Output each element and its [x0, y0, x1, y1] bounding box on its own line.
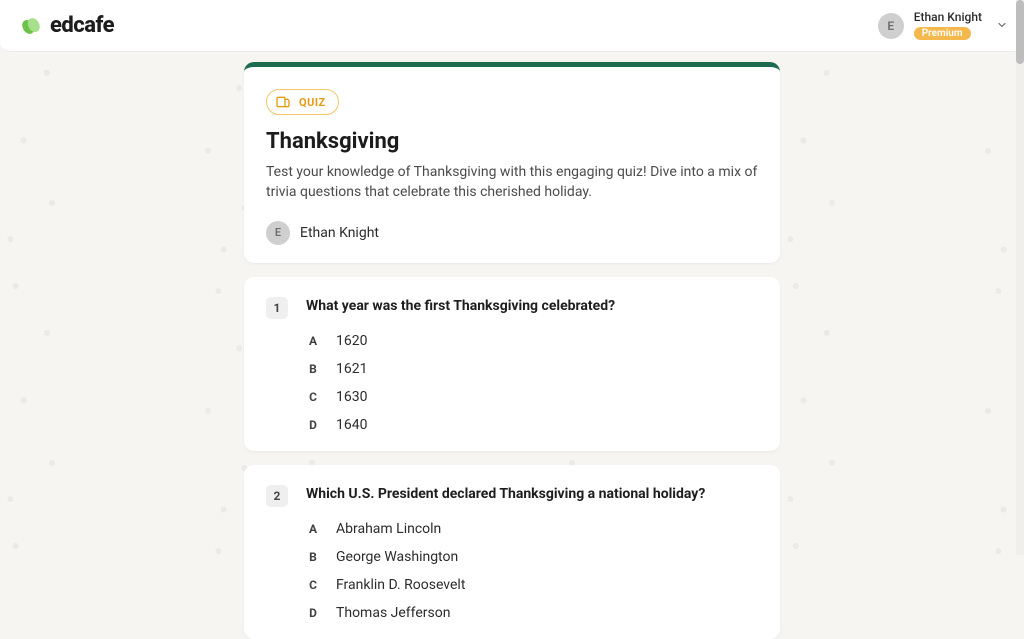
- author-avatar: E: [266, 221, 290, 245]
- scrollbar[interactable]: [1016, 0, 1024, 555]
- app-header: edcafe E Ethan Knight Premium: [0, 0, 1024, 52]
- chevron-down-icon: [996, 16, 1008, 35]
- author-name: Ethan Knight: [300, 225, 379, 241]
- question-card: 1 What year was the first Thanksgiving c…: [244, 277, 780, 451]
- scrollbar-thumb[interactable]: [1016, 0, 1024, 64]
- page-content: QUIZ Thanksgiving Test your knowledge of…: [244, 62, 780, 639]
- option-letter: D: [306, 418, 320, 432]
- quiz-hero-card: QUIZ Thanksgiving Test your knowledge of…: [244, 62, 780, 263]
- option[interactable]: B 1621: [306, 361, 758, 377]
- quiz-icon: [275, 94, 291, 110]
- brand[interactable]: edcafe: [20, 13, 114, 38]
- question-card: 2 Which U.S. President declared Thanksgi…: [244, 465, 780, 639]
- option-letter: A: [306, 522, 320, 536]
- user-meta: Ethan Knight Premium: [914, 11, 982, 39]
- question-text: Which U.S. President declared Thanksgivi…: [306, 485, 705, 505]
- option-letter: A: [306, 334, 320, 348]
- option[interactable]: C Franklin D. Roosevelt: [306, 577, 758, 593]
- quiz-description: Test your knowledge of Thanksgiving with…: [266, 162, 758, 203]
- question-number: 1: [266, 297, 288, 319]
- user-menu[interactable]: E Ethan Knight Premium: [878, 11, 1008, 39]
- brand-name: edcafe: [50, 13, 114, 38]
- user-name: Ethan Knight: [914, 11, 982, 24]
- option-text: Thomas Jefferson: [336, 605, 450, 621]
- quiz-author: E Ethan Knight: [266, 221, 758, 245]
- option[interactable]: C 1630: [306, 389, 758, 405]
- quiz-chip: QUIZ: [266, 89, 339, 115]
- options-list: A Abraham Lincoln B George Washington C …: [266, 521, 758, 621]
- option-text: 1630: [336, 389, 367, 405]
- quiz-title: Thanksgiving: [266, 129, 758, 154]
- option-text: Abraham Lincoln: [336, 521, 441, 537]
- option[interactable]: D 1640: [306, 417, 758, 433]
- option-letter: D: [306, 606, 320, 620]
- brand-logo-icon: [20, 15, 42, 37]
- option-text: Franklin D. Roosevelt: [336, 577, 465, 593]
- option-letter: B: [306, 362, 320, 376]
- option-letter: C: [306, 390, 320, 404]
- avatar: E: [878, 13, 904, 39]
- quiz-chip-label: QUIZ: [299, 96, 326, 109]
- option-text: 1640: [336, 417, 367, 433]
- option-letter: C: [306, 578, 320, 592]
- option-text: George Washington: [336, 549, 458, 565]
- option-text: 1621: [336, 361, 367, 377]
- question-text: What year was the first Thanksgiving cel…: [306, 297, 615, 317]
- option[interactable]: A Abraham Lincoln: [306, 521, 758, 537]
- option-text: 1620: [336, 333, 367, 349]
- question-number: 2: [266, 485, 288, 507]
- option[interactable]: B George Washington: [306, 549, 758, 565]
- tier-badge: Premium: [914, 27, 971, 40]
- option[interactable]: A 1620: [306, 333, 758, 349]
- option-letter: B: [306, 550, 320, 564]
- options-list: A 1620 B 1621 C 1630 D 1640: [266, 333, 758, 433]
- option[interactable]: D Thomas Jefferson: [306, 605, 758, 621]
